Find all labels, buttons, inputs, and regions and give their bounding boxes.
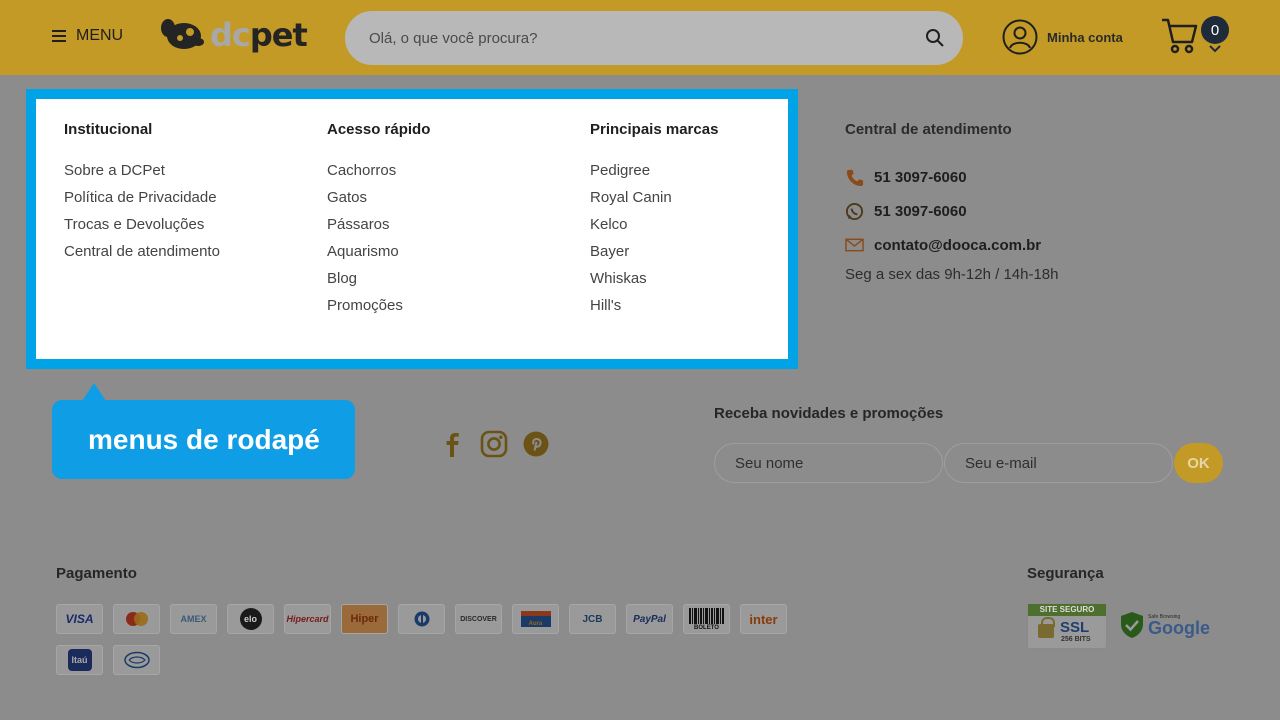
footer-menu-title: Acesso rápido xyxy=(327,121,431,138)
phone-number: 51 3097-6060 xyxy=(874,168,967,186)
newsletter-section: Receba novidades e promoções OK xyxy=(714,405,1234,483)
footer-menu-institucional: Institucional Sobre a DCPet Política de … xyxy=(64,121,220,269)
boleto-icon: BOLETO xyxy=(683,604,730,634)
diners-icon xyxy=(398,604,445,634)
search-bar xyxy=(345,11,963,65)
callout-pointer xyxy=(82,383,106,401)
google-safe-browsing-seal: Safe Browsing Google xyxy=(1120,610,1210,639)
hamburger-icon xyxy=(52,30,66,42)
email-input[interactable] xyxy=(944,443,1173,483)
menu-label: MENU xyxy=(76,27,124,44)
cart-button[interactable]: 0 xyxy=(1160,16,1232,60)
shield-check-icon xyxy=(1121,611,1143,638)
name-input[interactable] xyxy=(714,443,943,483)
email-row[interactable]: contato@dooca.com.br xyxy=(845,228,1059,262)
aura-icon: Aura xyxy=(512,604,559,634)
site-header: MENU dcpet Minha conta 0 xyxy=(0,0,1280,75)
footer-menu-acesso-rapido: Acesso rápido Cachorros Gatos Pássaros A… xyxy=(327,121,430,323)
mail-icon xyxy=(845,238,864,252)
whatsapp-row[interactable]: 51 3097-6060 xyxy=(845,194,1059,228)
footer-link[interactable]: Royal Canin xyxy=(590,188,718,215)
mercadopago-icon xyxy=(113,645,160,675)
amex-icon: AMEX xyxy=(170,604,217,634)
mastercard-icon xyxy=(113,604,160,634)
footer-link[interactable]: Bayer xyxy=(590,242,718,269)
social-links xyxy=(440,430,550,458)
paypal-icon: PayPal xyxy=(626,604,673,634)
hipercard-icon: Hipercard xyxy=(284,604,331,634)
elo-icon: elo xyxy=(227,604,274,634)
account-link[interactable]: Minha conta xyxy=(1002,19,1123,55)
opening-hours: Seg a sex das 9h-12h / 14h-18h xyxy=(845,266,1059,283)
footer-link[interactable]: Aquarismo xyxy=(327,242,430,269)
user-icon xyxy=(1002,19,1038,55)
search-input[interactable] xyxy=(369,26,909,50)
footer-link[interactable]: Trocas e Devoluções xyxy=(64,215,220,242)
jcb-icon: JCB xyxy=(569,604,616,634)
pinterest-icon[interactable] xyxy=(522,430,550,458)
menu-button[interactable]: MENU xyxy=(52,27,123,45)
newsletter-form: OK xyxy=(714,443,1234,483)
email-address: contato@dooca.com.br xyxy=(874,236,1042,254)
footer-link[interactable]: Kelco xyxy=(590,215,718,242)
whatsapp-number: 51 3097-6060 xyxy=(874,202,967,220)
footer-link[interactable]: Sobre a DCPet xyxy=(64,161,220,188)
footer-link[interactable]: Promoções xyxy=(327,296,430,323)
instagram-icon[interactable] xyxy=(480,430,508,458)
contact-section: Central de atendimento 51 3097-6060 51 3… xyxy=(845,121,1059,283)
cart-count-badge: 0 xyxy=(1201,16,1229,44)
footer-link[interactable]: Pássaros xyxy=(327,215,430,242)
footer-menu-title: Institucional xyxy=(64,121,153,138)
footer-link[interactable]: Gatos xyxy=(327,188,430,215)
phone-row[interactable]: 51 3097-6060 xyxy=(845,160,1059,194)
dog-logo-icon xyxy=(161,19,204,49)
newsletter-submit-button[interactable]: OK xyxy=(1174,443,1223,483)
newsletter-title: Receba novidades e promoções xyxy=(714,405,944,422)
footer-link[interactable]: Blog xyxy=(327,269,430,296)
visa-icon: VISA xyxy=(56,604,103,634)
footer-link[interactable]: Central de atendimento xyxy=(64,242,220,269)
callout-label: menus de rodapé xyxy=(52,400,355,479)
hiper-icon: Hiper xyxy=(341,604,388,634)
phone-icon xyxy=(846,169,864,186)
ssl-seal: SITE SEGURO SSL 256 BITS xyxy=(1027,603,1107,649)
inter-icon: inter xyxy=(740,604,787,634)
footer-link[interactable]: Política de Privacidade xyxy=(64,188,220,215)
footer-link[interactable]: Cachorros xyxy=(327,161,430,188)
lock-icon xyxy=(1038,617,1055,638)
payment-title: Pagamento xyxy=(56,565,137,582)
footer-link[interactable]: Whiskas xyxy=(590,269,718,296)
footer-link[interactable]: Hill's xyxy=(590,296,718,323)
footer-menu-title: Principais marcas xyxy=(590,121,719,138)
footer-menu-principais-marcas: Principais marcas Pedigree Royal Canin K… xyxy=(590,121,718,323)
itau-icon: Itaú xyxy=(56,645,103,675)
footer-link[interactable]: Pedigree xyxy=(590,161,718,188)
security-title: Segurança xyxy=(1027,565,1104,582)
logo[interactable]: dcpet xyxy=(160,16,308,54)
logo-text: dcpet xyxy=(210,16,308,54)
cart-icon xyxy=(1162,18,1198,54)
whatsapp-icon xyxy=(845,202,864,220)
discover-icon: DISCOVER xyxy=(455,604,502,634)
search-icon[interactable] xyxy=(925,28,945,48)
chevron-down-icon[interactable] xyxy=(1209,45,1221,53)
contact-title: Central de atendimento xyxy=(845,121,1012,138)
account-label: Minha conta xyxy=(1047,29,1123,45)
facebook-icon[interactable] xyxy=(440,430,466,458)
